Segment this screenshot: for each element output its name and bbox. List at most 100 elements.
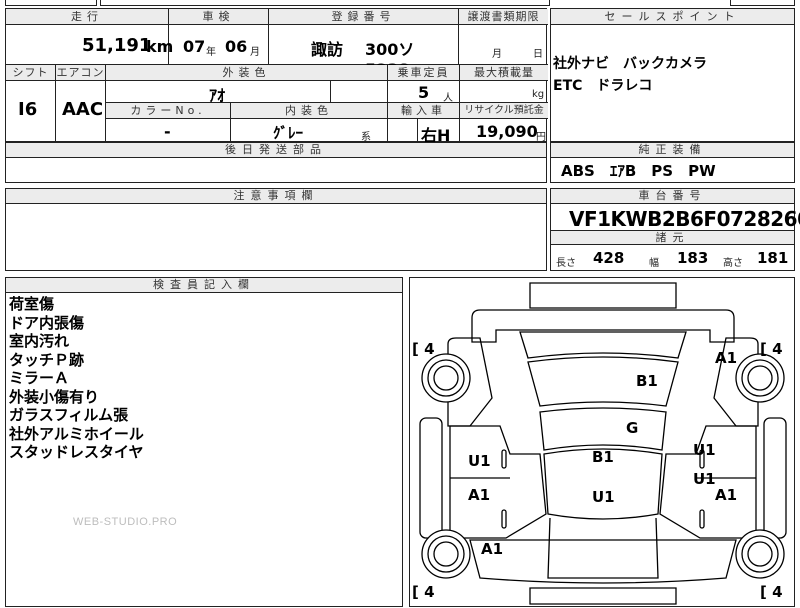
left-side-body [449,425,547,539]
remark-item: ガラスフィルム張 [9,406,129,424]
vin-value: VF1KWB2B6F0728260 [569,207,800,231]
interior-color-cell: ｸﾞﾚｰ 系 [231,119,388,143]
capacity-label: 乗車定員 [388,65,460,81]
genuine-equipment-label: 純正装備 [551,143,794,158]
shift-value: I6 [18,99,38,120]
damage-mark: A1 [715,349,738,367]
sales-point-list: 社外ナビ バックカメラ ETC ドラレコ [553,53,707,97]
watermark: WEB-STUDIO.PRO [73,516,178,528]
front-bumper-shape [529,282,677,309]
hood-shape [519,331,687,359]
registration-cell: 諏訪 300ソ5238 [269,25,459,79]
length-value: 428 [593,249,625,267]
vehicle-info-grid: 走行 車検 登録番号 譲渡書類期限 51,191 km 07 年 06 月 諏訪… [5,8,548,145]
rear-door-shape [547,517,659,579]
genuine-equipment-box: 純正装備 ABS ｴｱB PS PW [550,142,795,183]
recycle-fee-label: リサイクル預託金 [460,103,548,119]
damage-mark: A1 [715,486,738,504]
length-label: 長さ [556,258,576,269]
shift-label: シフト [6,65,56,81]
remark-item: 外装小傷有り [9,387,100,406]
notes-box: 注意事項欄 [5,188,547,271]
height-value: 181 [757,249,789,267]
transfer-day-unit: 日 [533,49,543,60]
sales-point-label: セールスポイント [551,9,794,25]
top-strip-mid [100,0,550,6]
capacity-unit: 人 [443,93,453,104]
rear-bumper-shape [529,587,677,605]
tire-grade-rear-right: [ 4 [760,583,783,601]
mileage-cell: 51,191 km [6,25,173,65]
year-unit: 年 [206,47,216,58]
damage-mark: B1 [592,448,614,466]
vin-box: 車台番号 VF1KWB2B6F0728260 諸元 長さ 428 幅 183 高… [550,188,800,271]
recycle-fee-unit: 円 [536,132,546,143]
mileage-label: 走行 [6,9,169,25]
rear-body-shape [469,539,737,584]
remark-item: スタッドレスタイヤ [9,443,144,461]
inspection-year: 07 [183,37,206,56]
max-load-cell: kg [460,81,548,103]
plate-region: 諏訪 [311,40,344,59]
ac-label: エアコン [56,65,106,81]
color-no-value: - [164,122,171,141]
import-cell [388,119,418,143]
interior-color-suffix: 系 [361,132,371,143]
damage-mark: U1 [693,470,716,488]
remark-item: 荷室傷 [9,295,55,313]
damage-mark: B1 [636,372,658,390]
interior-color-label: 内装色 [231,103,388,119]
color-no-cell: - [106,119,231,143]
height-label: 高さ [723,258,743,269]
sales-point-line-1: 社外ナビ バックカメラ [553,56,707,72]
mileage-value: 51,191 [82,35,152,56]
capacity-value: 5 [418,83,430,102]
damage-mark: A1 [468,486,491,504]
remark-item: 室内汚れ [9,332,70,350]
inspection-cell: 07 年 06 月 [169,25,269,65]
interior-color-value: ｸﾞﾚｰ [273,124,304,142]
dims-row: 長さ 428 幅 183 高さ 181 [551,245,794,270]
roof-shape [539,407,667,451]
tire-grade-rear-left: [ 4 [412,583,435,601]
month-unit: 月 [250,47,260,58]
ac-cell: AAC [56,81,106,143]
exterior-color-sub-cell [331,81,388,103]
capacity-cell: 5 人 [388,81,460,104]
damage-mark: U1 [693,441,716,459]
max-load-label: 最大積載量 [460,65,548,81]
later-parts-box: 後日発送部品 [5,142,547,183]
notes-label: 注意事項欄 [6,189,546,204]
remark-item: ミラーＡ [9,369,70,387]
later-parts-label: 後日発送部品 [6,143,546,158]
front-bumper-inner [471,309,735,343]
damage-mark: A1 [481,540,504,558]
sales-point-box: セールスポイント 社外ナビ バックカメラ ETC ドラレコ [550,8,795,142]
registration-label: 登録番号 [269,9,459,25]
ac-value: AAC [62,99,104,120]
remarks-list: 荷室傷 ドア内張傷 室内汚れ タッチＰ跡 ミラーＡ 外装小傷有り ガラスフィルム… [9,295,144,462]
exterior-color-label: 外装色 [106,65,388,81]
width-value: 183 [677,249,709,267]
top-strip-right [730,0,795,6]
car-diagram-box: [ 4 [ 4 [ 4 [ 4 B1 A1 G U1 B1 U1 U1 A1 A… [409,277,795,607]
inspector-remarks-box: 検査員記入欄 荷室傷 ドア内張傷 室内汚れ タッチＰ跡 ミラーＡ 外装小傷有り … [5,277,403,607]
inspector-remarks-label: 検査員記入欄 [6,278,402,293]
sales-point-line-2: ETC ドラレコ [553,78,653,94]
remark-item: ドア内張傷 [9,313,85,332]
transfer-cell: 月 日 [459,25,548,65]
damage-mark: U1 [468,452,491,470]
car-diagram-svg [419,282,787,605]
inspection-month: 06 [225,37,248,56]
transfer-deadline-label: 譲渡書類期限 [459,9,548,25]
load-unit: kg [532,89,545,100]
top-strip-left [5,0,97,6]
recycle-fee-value: 19,090 [476,122,538,141]
width-label: 幅 [649,258,659,269]
damage-mark: U1 [592,488,615,506]
remark-item: タッチＰ跡 [9,350,85,369]
transfer-month-unit: 月 [492,49,502,60]
import-value-cell: 右H [418,119,460,145]
inspection-label: 車検 [169,9,269,25]
exterior-color-cell: ｱｵ [106,81,331,105]
